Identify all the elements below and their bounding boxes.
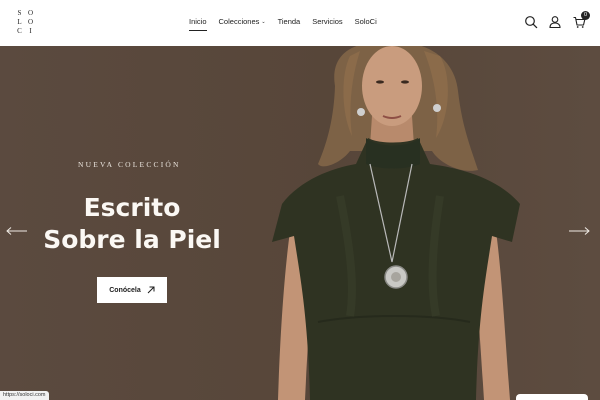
hero-title: Escrito Sobre la Piel [43,193,221,254]
soloci-logo[interactable]: S O L O C I [14,9,36,35]
slider-prev-arrow-icon[interactable] [6,226,28,236]
logo-letter: I [29,27,32,35]
cart-count-badge: 0 [581,11,590,20]
nav-item-tienda[interactable]: Tienda [278,17,301,26]
search-icon[interactable] [524,15,538,29]
site-header: S O L O C I Inicio Colecciones ⌄ Tienda S… [0,0,600,46]
slider-next-arrow-icon[interactable] [568,226,590,236]
nav-item-inicio[interactable]: Inicio [189,17,207,32]
main-nav: Inicio Colecciones ⌄ Tienda Servicios Sol… [189,17,389,32]
status-bar-url: https://soloci.com [0,391,49,400]
logo-letter: C [17,27,22,35]
cta-label: Conócela [109,286,141,294]
nav-item-colecciones[interactable]: Colecciones ⌄ [219,17,266,26]
logo-letter: S [17,9,22,17]
logo-letter: O [27,18,34,26]
nav-item-soloci[interactable]: SoloCi [355,17,377,26]
hero-kicker: NUEVA COLECCIÓN [78,160,181,169]
page-corner-tab [516,394,588,400]
chevron-down-icon: ⌄ [261,19,266,25]
cart-button[interactable]: 0 [572,11,590,29]
arrow-up-right-icon [147,286,155,294]
logo-letter: O [27,9,34,17]
conocela-button[interactable]: Conócela [97,277,167,303]
nav-item-servicios[interactable]: Servicios [312,17,342,26]
header-tools: 0 [524,11,590,29]
account-icon[interactable] [548,15,562,29]
nav-item-label: Colecciones [218,17,260,26]
logo-letter: L [17,18,22,26]
hero-slider: NUEVA COLECCIÓN Escrito Sobre la Piel Co… [0,46,600,400]
